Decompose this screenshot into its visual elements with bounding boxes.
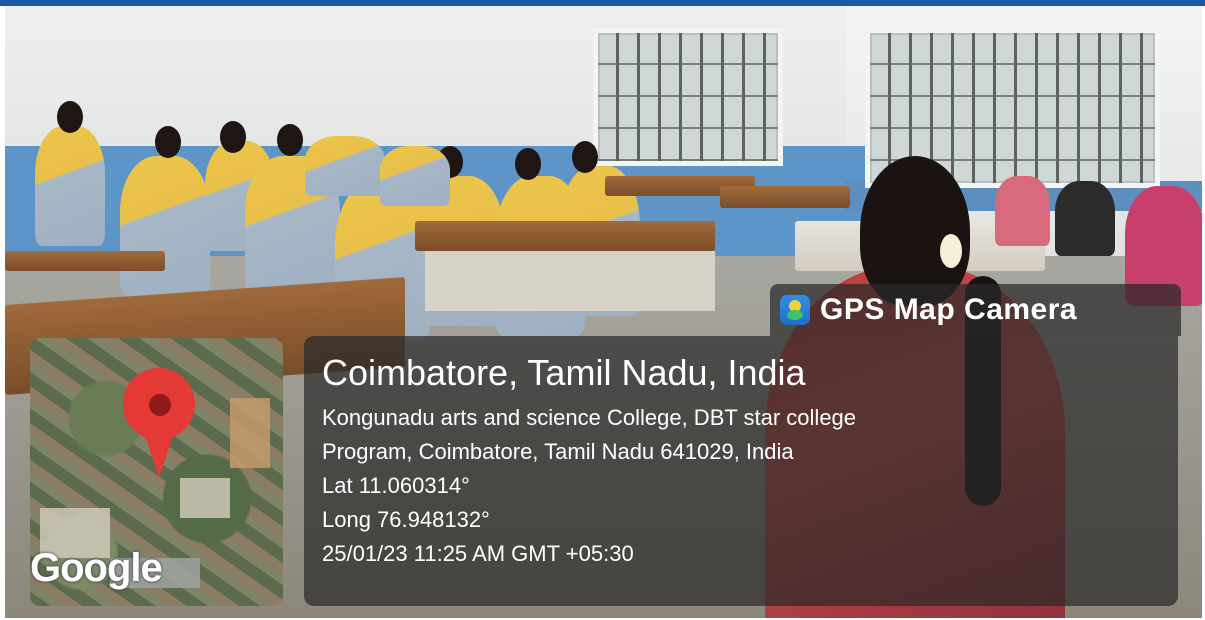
gps-map-camera-icon <box>780 295 810 325</box>
student <box>305 136 385 196</box>
google-logo: Google <box>30 546 163 590</box>
longitude: Long 76.948132° <box>322 507 490 532</box>
gps-map-camera-header: GPS Map Camera <box>770 284 1181 336</box>
window-left <box>593 28 783 166</box>
student-head <box>515 148 541 180</box>
student-head <box>57 101 83 133</box>
map-thumbnail: Google <box>30 338 283 606</box>
city-name: Coimbatore, Tamil Nadu, India <box>322 352 806 393</box>
location-details: Coimbatore, Tamil Nadu, India Kongunadu … <box>322 353 856 571</box>
student-head <box>572 141 598 173</box>
timestamp: 25/01/23 11:25 AM GMT +05:30 <box>322 541 634 566</box>
desk <box>415 221 715 251</box>
student <box>35 126 105 246</box>
student-head <box>277 124 303 156</box>
student-head <box>155 126 181 158</box>
student <box>120 156 210 296</box>
location-pin-tail <box>140 420 178 478</box>
desk <box>5 251 165 271</box>
student-head <box>220 121 246 153</box>
app-name: GPS Map Camera <box>820 293 1078 326</box>
latitude: Lat 11.060314° <box>322 473 470 498</box>
desk-front <box>425 251 715 311</box>
location-pin-dot <box>149 394 171 416</box>
address-line-1: Kongunadu arts and science College, DBT … <box>322 405 857 430</box>
address-line-2: Program, Coimbatore, Tamil Nadu 641029, … <box>322 439 794 464</box>
student <box>380 146 450 206</box>
